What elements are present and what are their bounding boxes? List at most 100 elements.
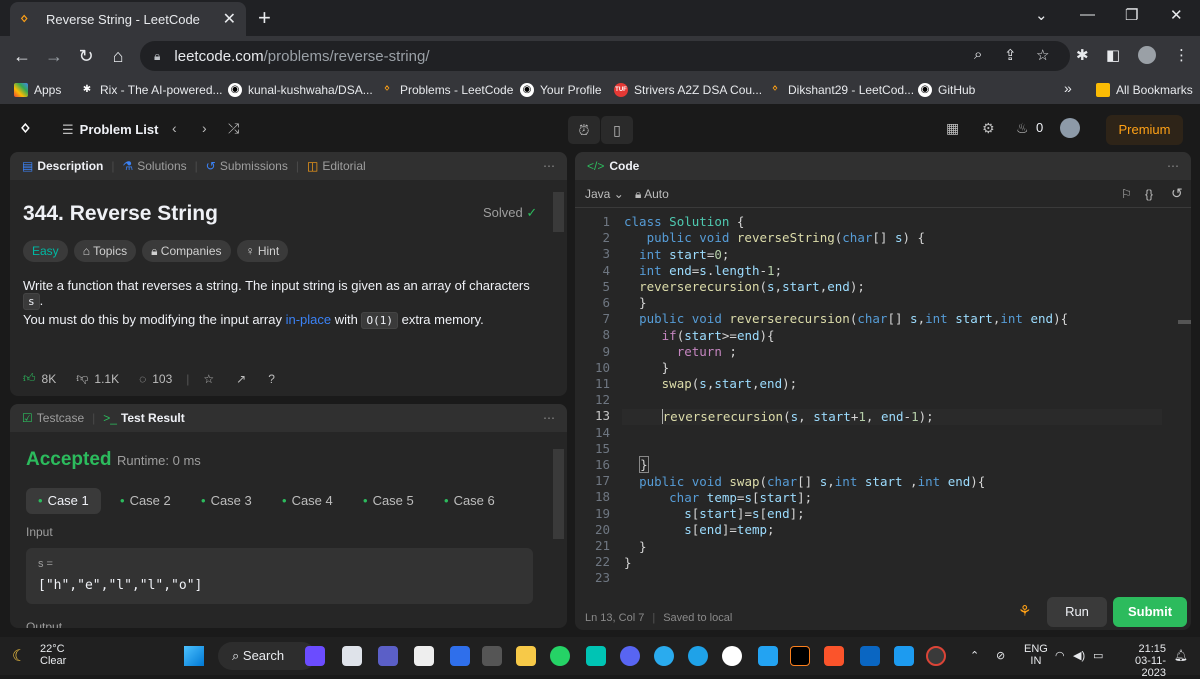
debug-icon[interactable]: ⚘ <box>1018 602 1031 620</box>
home-button[interactable]: ⌂ <box>102 46 134 67</box>
panel-menu-icon[interactable]: ⋯ <box>543 159 555 173</box>
case-tab-3[interactable]: • Case 3 <box>189 488 264 514</box>
network-icon[interactable]: ⊘ <box>996 649 1005 662</box>
star-icon[interactable]: ☆ <box>203 372 214 386</box>
panel-menu-icon[interactable]: ⋯ <box>1167 159 1179 173</box>
whatsapp-icon[interactable] <box>550 646 570 666</box>
app-icon[interactable] <box>305 646 325 666</box>
next-problem-icon[interactable]: › <box>202 120 207 136</box>
chrome-menu-icon[interactable]: ⋮ <box>1174 46 1189 64</box>
braces-icon[interactable]: {} <box>1145 187 1153 201</box>
user-avatar[interactable] <box>1060 118 1080 138</box>
notes-button[interactable]: ▯ <box>601 116 633 144</box>
tab-search-icon[interactable]: ⌄ <box>1035 6 1048 24</box>
editor-scrollbar[interactable] <box>1178 320 1191 324</box>
case-tab-2[interactable]: • Case 2 <box>108 488 183 514</box>
case-tab-1[interactable]: • Case 1 <box>26 488 101 514</box>
app-icon[interactable] <box>450 646 470 666</box>
comment-icon[interactable]: ◌ <box>139 372 146 386</box>
discord-icon[interactable] <box>620 646 640 666</box>
taskbar-search[interactable]: ⌕ Search <box>218 642 316 670</box>
telegram-icon[interactable] <box>654 646 674 666</box>
leetcode-logo-icon[interactable]: ᛜ <box>20 119 38 139</box>
reload-button[interactable]: ↻ <box>70 46 102 67</box>
run-button[interactable]: Run <box>1047 597 1107 627</box>
auto-mode[interactable]: 🔒︎ Auto <box>635 187 669 202</box>
forward-button[interactable]: → <box>38 46 70 67</box>
back-button[interactable]: ← <box>6 46 38 67</box>
weather-widget[interactable]: 22°C Clear <box>40 643 66 667</box>
tab-submissions[interactable]: Submissions <box>220 159 288 173</box>
app-icon[interactable] <box>482 646 502 666</box>
description-scrollbar[interactable] <box>553 192 564 232</box>
share-icon[interactable]: ↗ <box>236 372 246 386</box>
intellij-icon[interactable] <box>790 646 810 666</box>
in-place-link[interactable]: in-place <box>286 312 332 327</box>
bookmark-star-icon[interactable]: ☆ <box>1036 46 1049 64</box>
show-hidden-icons[interactable]: ⌃ <box>970 649 979 662</box>
close-window-button[interactable]: ✕ <box>1170 6 1183 24</box>
volume-icon[interactable]: ◀︎) <box>1073 649 1085 662</box>
case-tab-4[interactable]: • Case 4 <box>270 488 345 514</box>
restore-button[interactable]: ❐ <box>1125 6 1138 24</box>
thumbs-up-icon[interactable]: 👍︎ <box>23 371 36 386</box>
start-button[interactable] <box>184 646 204 666</box>
brave-icon[interactable] <box>824 646 844 666</box>
prev-problem-icon[interactable]: ‹ <box>172 120 177 136</box>
tab-testcase[interactable]: Testcase <box>37 411 84 425</box>
minimize-button[interactable]: — <box>1080 6 1095 23</box>
timer-button[interactable]: ⏰︎ <box>568 116 600 144</box>
tab-description[interactable]: Description <box>37 159 103 173</box>
share-icon[interactable]: ⇪ <box>1004 46 1017 64</box>
linkedin-icon[interactable] <box>860 646 880 666</box>
reset-icon[interactable]: ↺ <box>1171 185 1183 202</box>
topics-tag[interactable]: ⌂︎ Topics <box>73 240 137 262</box>
bookmark-dsa[interactable]: ◉ kunal-kushwaha/DSA... <box>228 83 373 97</box>
profile-avatar[interactable] <box>1138 46 1156 64</box>
battery-icon[interactable]: ▭ <box>1093 649 1103 662</box>
premium-button[interactable]: Premium <box>1106 115 1183 145</box>
address-bar[interactable]: 🔒︎ leetcode.com/problems/reverse-string/ <box>140 41 1070 71</box>
file-explorer-icon[interactable] <box>516 646 536 666</box>
tab-solutions[interactable]: Solutions <box>137 159 186 173</box>
tab-editorial[interactable]: Editorial <box>322 159 365 173</box>
edge-icon[interactable] <box>688 646 708 666</box>
clock[interactable]: 21:15 03-11-2023 <box>1118 643 1166 679</box>
new-tab-button[interactable]: + <box>258 5 271 31</box>
app-icon[interactable] <box>586 646 606 666</box>
bookmark-problems[interactable]: ᛜ Problems - LeetCode <box>380 83 513 97</box>
hint-tag[interactable]: ♀ Hint <box>236 240 289 262</box>
case-tab-6[interactable]: • Case 6 <box>432 488 507 514</box>
streak-flame-icon[interactable]: ♨ <box>1016 120 1029 137</box>
bookmark-apps[interactable]: Apps <box>14 83 61 97</box>
help-icon[interactable]: ? <box>268 372 275 386</box>
side-panel-icon[interactable]: ◧ <box>1106 46 1120 64</box>
wifi-icon[interactable]: ◠ <box>1055 649 1065 662</box>
teams-icon[interactable] <box>378 646 398 666</box>
settings-gear-icon[interactable]: ⚙ <box>982 120 995 137</box>
more-bookmarks-button[interactable]: » <box>1064 80 1072 96</box>
tab-test-result[interactable]: Test Result <box>121 411 185 425</box>
all-bookmarks[interactable]: All Bookmarks <box>1096 83 1193 97</box>
vscode-icon[interactable] <box>758 646 778 666</box>
language-indicator[interactable]: ENG IN <box>1024 643 1048 667</box>
notifications-icon[interactable]: 🔔︎ <box>1174 649 1188 662</box>
panel-menu-icon[interactable]: ⋯ <box>543 411 555 425</box>
bookmark-github[interactable]: ◉ GitHub <box>918 83 975 97</box>
store-icon[interactable] <box>414 646 434 666</box>
zoom-search-icon[interactable]: ⌕ <box>974 46 982 63</box>
extensions-icon[interactable]: ✱ <box>1076 46 1089 64</box>
bookmark-rix[interactable]: ✱ Rix - The AI-powered... <box>80 83 223 97</box>
github-desktop-icon[interactable] <box>722 646 742 666</box>
browser-tab[interactable]: ᛜ Reverse String - LeetCode ✕ <box>10 2 246 36</box>
submit-button[interactable]: Submit <box>1113 597 1187 627</box>
companies-tag[interactable]: 🔒︎ Companies <box>142 240 231 262</box>
twitter-icon[interactable] <box>894 646 914 666</box>
bookmark-strivers[interactable]: TUF Strivers A2Z DSA Cou... <box>614 83 762 97</box>
layout-icon[interactable]: ▦ <box>946 120 959 137</box>
task-view-icon[interactable] <box>342 646 362 666</box>
bookmark-dikshant[interactable]: ᛜ Dikshant29 - LeetCod... <box>768 83 914 97</box>
random-problem-icon[interactable]: ⤮ <box>228 120 239 137</box>
bookmark-icon[interactable]: ⚐ <box>1121 187 1132 201</box>
case-tab-5[interactable]: • Case 5 <box>351 488 426 514</box>
